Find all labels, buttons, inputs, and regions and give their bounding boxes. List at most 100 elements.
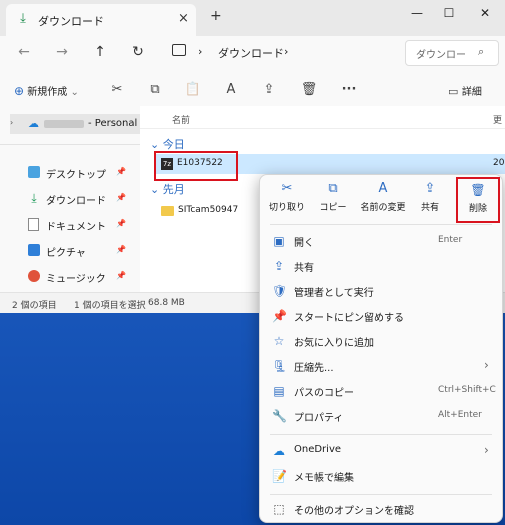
column-header-date[interactable]: 更 xyxy=(493,113,502,126)
details-button[interactable]: ▭ 詳細 xyxy=(448,83,482,98)
sidebar-item-label: ピクチャ xyxy=(46,248,86,259)
shortcut-label: Ctrl+Shift+C xyxy=(438,385,496,395)
menu-item-run-as-admin[interactable]: 🛡 管理者として実行 xyxy=(260,279,500,303)
copy-label: コピー xyxy=(319,203,347,213)
rename-icon: A xyxy=(378,181,388,196)
pin-icon: 📌 xyxy=(116,271,126,280)
copy-icon[interactable]: ⧉ xyxy=(146,82,164,97)
paste-icon[interactable]: 📋 xyxy=(184,82,202,97)
column-header-name[interactable]: 名前 xyxy=(172,113,190,126)
address-box[interactable]: › ダウンロード › xyxy=(160,40,400,64)
cut-icon[interactable]: ✂ xyxy=(108,82,126,97)
menu-item-properties[interactable]: 🔧 プロパティ Alt+Enter xyxy=(260,404,500,428)
menu-item-copy-path[interactable]: ▤ パスのコピー Ctrl+Shift+C xyxy=(260,379,500,403)
open-icon: ▣ xyxy=(273,234,285,248)
group-label: 先月 xyxy=(162,183,185,196)
refresh-icon[interactable]: ↻ xyxy=(128,42,148,62)
menu-item-label: その他のオプションを確認 xyxy=(294,506,414,517)
sidebar-item-desktop[interactable]: デスクトップ 📌 xyxy=(28,164,138,184)
notepad-icon: 📝 xyxy=(272,469,287,483)
menu-item-share[interactable]: ⇪ 共有 xyxy=(260,254,500,278)
menu-item-open[interactable]: ▣ 開く Enter xyxy=(260,229,500,253)
sidebar-item-label: ダウンロード xyxy=(46,196,106,207)
document-icon xyxy=(28,218,39,231)
highlight-frame: 7z E1037522 xyxy=(154,151,238,181)
tab-downloads[interactable]: ⤓ ダウンロード × xyxy=(6,4,196,36)
desktop-icon xyxy=(28,166,40,178)
sidebar-item-downloads[interactable]: ⤓ ダウンロード 📌 xyxy=(28,190,138,210)
back-icon[interactable]: ← xyxy=(14,42,34,62)
onedrive-label: - Personal xyxy=(88,118,138,129)
pin-icon: 📌 xyxy=(116,219,126,228)
file-name: E1037522 xyxy=(177,158,223,168)
close-window-icon[interactable]: ✕ xyxy=(470,4,500,22)
menu-item-add-to-favorites[interactable]: ☆ お気に入りに追加 xyxy=(260,329,500,353)
details-label: 詳細 xyxy=(461,87,482,98)
minimize-icon[interactable]: — xyxy=(402,4,432,22)
pc-icon xyxy=(172,44,186,56)
divider xyxy=(270,434,492,435)
search-input[interactable]: ダウンロー ⌕ xyxy=(405,40,499,66)
share-icon[interactable]: ⇪ xyxy=(260,82,278,97)
delete-button[interactable]: 🗑 削除 xyxy=(456,177,500,223)
rename-icon[interactable]: A xyxy=(222,82,240,97)
sidebar-item-documents[interactable]: ドキュメント 📌 xyxy=(28,216,138,236)
delete-icon[interactable]: 🗑 xyxy=(300,82,318,97)
cut-button[interactable]: ✂ 切り取り xyxy=(268,181,306,219)
download-icon: ⤓ xyxy=(20,11,26,26)
delete-label: 削除 xyxy=(468,204,487,214)
divider xyxy=(140,128,505,129)
menu-item-label: 圧縮先... xyxy=(294,363,334,374)
onedrive-icon: ☁ xyxy=(28,117,39,130)
pin-icon: 📌 xyxy=(116,167,126,176)
zip-icon: 🗜 xyxy=(272,359,288,373)
pictures-icon xyxy=(28,244,40,256)
pin-icon: 📌 xyxy=(116,245,126,254)
shortcut-label: Alt+Enter xyxy=(438,410,482,420)
menu-item-label: OneDrive xyxy=(294,444,342,455)
menu-item-edit-in-notepad[interactable]: 📝 メモ帳で編集 xyxy=(260,464,500,488)
group-today[interactable]: ⌄ 今日 xyxy=(150,136,185,152)
sidebar-item-onedrive[interactable]: › ☁ - Personal xyxy=(10,114,140,134)
copy-path-icon: ▤ xyxy=(273,384,285,398)
chevron-down-icon: ⌄ xyxy=(70,87,79,98)
menu-item-label: プロパティ xyxy=(294,413,344,424)
rename-button[interactable]: A 名前の変更 xyxy=(356,181,410,219)
sidebar-item-pictures[interactable]: ピクチャ 📌 xyxy=(28,242,138,262)
music-icon xyxy=(28,270,40,282)
menu-item-label: お気に入りに追加 xyxy=(294,338,374,349)
close-tab-icon[interactable]: × xyxy=(178,11,189,26)
copy-icon: ⧉ xyxy=(328,181,338,196)
forward-icon[interactable]: → xyxy=(52,42,72,62)
copy-button[interactable]: ⧉ コピー xyxy=(314,181,352,219)
breadcrumb-downloads[interactable]: ダウンロード xyxy=(218,45,284,61)
more-icon[interactable]: ··· xyxy=(340,82,358,97)
sidebar-item-music[interactable]: ミュージック 📌 xyxy=(28,268,138,288)
chevron-right-icon: › xyxy=(10,118,14,127)
search-icon: ⌕ xyxy=(478,45,485,58)
group-last-month[interactable]: ⌄ 先月 xyxy=(150,181,185,197)
menu-item-label: 開く xyxy=(294,238,314,249)
menu-item-label: 共有 xyxy=(294,263,314,274)
rename-label: 名前の変更 xyxy=(360,203,406,213)
new-button[interactable]: ⊕ 新規作成 ⌄ xyxy=(14,83,79,98)
up-icon[interactable]: ↑ xyxy=(90,42,110,62)
status-selected: 1 個の項目を選択 xyxy=(74,301,146,311)
star-icon: ☆ xyxy=(273,334,285,348)
breadcrumb-sep-2: › xyxy=(284,45,289,58)
shortcut-label: Enter xyxy=(438,235,463,245)
sidebar-item-label: ミュージック xyxy=(46,274,106,285)
maximize-icon[interactable]: ☐ xyxy=(434,4,464,22)
menu-item-compress-to[interactable]: 🗜 圧縮先... › xyxy=(260,354,500,378)
menu-item-show-more-options[interactable]: ⬚ その他のオプションを確認 xyxy=(260,497,500,521)
share-icon: ⇪ xyxy=(273,259,285,273)
menu-item-onedrive[interactable]: ☁ OneDrive › xyxy=(260,439,500,463)
command-bar: ⊕ 新規作成 ⌄ ✂ ⧉ 📋 A ⇪ 🗑 ··· ▭ 詳細 xyxy=(0,74,505,107)
cut-icon: ✂ xyxy=(281,181,293,196)
share-button[interactable]: ⇪ 共有 xyxy=(414,181,446,219)
divider xyxy=(270,224,492,225)
download-icon: ⤓ xyxy=(31,191,37,205)
menu-item-pin-to-start[interactable]: 📌 スタートにピン留めする xyxy=(260,304,500,328)
new-tab-icon[interactable]: + xyxy=(210,8,222,24)
divider xyxy=(0,144,140,145)
